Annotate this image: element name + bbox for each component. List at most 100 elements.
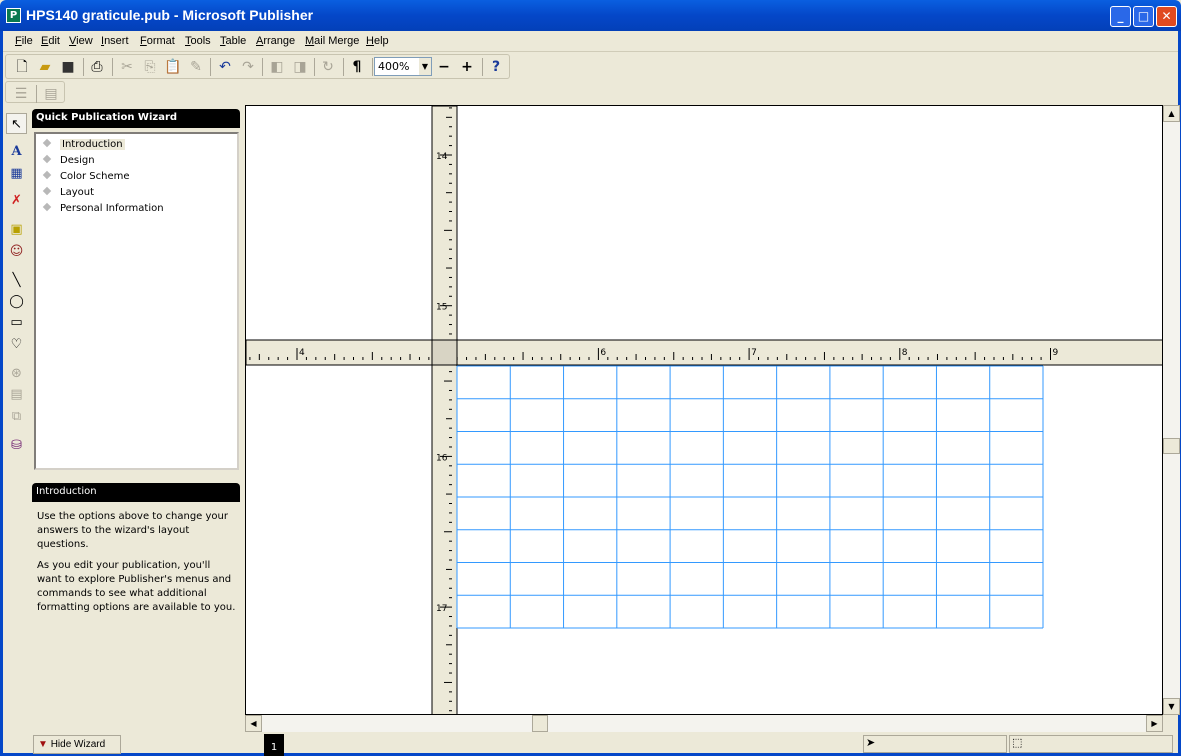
maximize-button[interactable]: □ <box>1133 6 1154 27</box>
ruler-label: 7 <box>751 348 757 358</box>
horizontal-scrollbar[interactable]: ◀ ▶ <box>245 715 1163 732</box>
scroll-right-button[interactable]: ▶ <box>1146 715 1163 732</box>
menu-arrange[interactable]: Arrange <box>256 35 295 47</box>
wizard-help-text: As you edit your publication, you'll wan… <box>37 560 236 613</box>
open-icon[interactable]: ▰ <box>34 57 56 77</box>
object-properties-icon[interactable]: ▤ <box>40 84 62 104</box>
bullet-icon <box>42 186 52 196</box>
bullet-icon <box>42 170 52 180</box>
publication-canvas[interactable]: 4 6 7 8 9 14 15 16 17 <box>245 105 1163 715</box>
wizard-item-introduction[interactable]: Introduction <box>40 137 125 152</box>
undo-icon[interactable]: ↶ <box>214 57 236 77</box>
scroll-up-button[interactable]: ▲ <box>1163 105 1180 122</box>
bring-forward-icon[interactable]: ◧ <box>266 57 288 77</box>
ruler-label: 9 <box>1053 348 1059 358</box>
status-size: ⬚ <box>1009 735 1173 753</box>
wordart-icon[interactable]: ✗ <box>6 190 27 211</box>
triangle-down-icon: ▼ <box>38 739 48 750</box>
menu-edit[interactable]: Edit <box>41 35 60 47</box>
hide-wizard-button[interactable]: ▼ Hide Wizard <box>33 735 121 754</box>
wizard-item-color-scheme[interactable]: Color Scheme <box>40 169 130 184</box>
menu-file[interactable]: File <box>15 35 33 47</box>
send-backward-icon[interactable]: ◨ <box>289 57 311 77</box>
rotate-icon[interactable]: ↻ <box>317 57 339 77</box>
new-icon[interactable]: 🗋 <box>11 57 33 77</box>
scroll-down-button[interactable]: ▼ <box>1163 698 1180 715</box>
window-title: HPS140 graticule.pub - Microsoft Publish… <box>26 7 314 23</box>
save-icon[interactable]: ■ <box>57 57 79 77</box>
wizard-title: Quick Publication Wizard <box>32 109 240 128</box>
object-size-icon: ⬚ <box>1012 736 1023 749</box>
bullet-icon <box>42 202 52 212</box>
cursor-icon: ➤ <box>866 736 876 749</box>
chevron-down-icon[interactable]: ▼ <box>419 58 431 75</box>
title-bar: P HPS140 graticule.pub - Microsoft Publi… <box>0 0 1181 31</box>
rectangle-icon[interactable]: ▭ <box>6 312 27 333</box>
scroll-left-button[interactable]: ◀ <box>245 715 262 732</box>
standard-toolbar: 🗋 ▰ ■ ⎙ ✂ ⎘ 📋 ✎ ↶ ↷ ◧ ◨ ↻ ¶ 400% ▼ − + ? <box>5 54 510 79</box>
form-control-icon[interactable]: ▤ <box>6 384 27 405</box>
status-position: ➤ <box>863 735 1007 753</box>
align-icon[interactable]: ☰ <box>10 84 32 104</box>
ruler-label: 8 <box>902 348 908 358</box>
zoom-out-button[interactable]: − <box>433 57 455 77</box>
scroll-thumb[interactable] <box>1163 438 1180 454</box>
hot-spot-icon[interactable]: ⊛ <box>6 363 27 384</box>
wizard-options-list: Introduction Design Color Scheme Layout … <box>34 132 239 470</box>
line-icon[interactable]: ╲ <box>6 270 27 291</box>
objects-toolbar: ↖ A ▦ ✗ ▣ ☺ ╲ ◯ ▭ ♡ ⊛ ▤ ⧉ ⛁ <box>4 110 29 460</box>
text-box-icon[interactable]: A <box>6 141 27 162</box>
html-code-icon[interactable]: ⧉ <box>6 406 27 427</box>
format-painter-icon[interactable]: ✎ <box>185 57 207 77</box>
paste-icon[interactable]: 📋 <box>162 57 184 77</box>
cut-icon[interactable]: ✂ <box>116 57 138 77</box>
page-area: 4 6 7 8 9 14 15 16 17 <box>246 106 1162 714</box>
design-gallery-icon[interactable]: ⛁ <box>6 435 27 456</box>
close-button[interactable]: ✕ <box>1156 6 1177 27</box>
menu-tools[interactable]: Tools <box>185 35 211 47</box>
menu-table[interactable]: Table <box>220 35 246 47</box>
bullet-icon <box>42 154 52 164</box>
bullet-icon <box>42 138 52 148</box>
oval-icon[interactable]: ◯ <box>6 291 27 312</box>
wizard-section-title: Introduction <box>32 483 240 502</box>
picture-frame-icon[interactable]: ▣ <box>6 219 27 240</box>
copy-icon[interactable]: ⎘ <box>139 57 161 77</box>
wizard-item-personal-information[interactable]: Personal Information <box>40 201 164 216</box>
redo-icon[interactable]: ↷ <box>237 57 259 77</box>
scroll-thumb[interactable] <box>532 715 548 732</box>
ruler-label: 14 <box>436 152 448 162</box>
menu-mail-merge[interactable]: Mail Merge <box>305 35 359 47</box>
print-icon[interactable]: ⎙ <box>86 57 108 77</box>
table-icon[interactable]: ▦ <box>6 163 27 184</box>
ruler-label: 17 <box>436 604 447 614</box>
menu-help[interactable]: Help <box>366 35 389 47</box>
menu-view[interactable]: View <box>69 35 93 47</box>
menu-format[interactable]: Format <box>140 35 175 47</box>
formatting-toolbar: ☰ ▤ <box>5 81 65 103</box>
show-special-characters-icon[interactable]: ¶ <box>346 57 368 77</box>
clip-art-icon[interactable]: ☺ <box>6 241 27 262</box>
window-frame <box>0 31 3 756</box>
menu-insert[interactable]: Insert <box>101 35 129 47</box>
help-icon[interactable]: ? <box>485 57 507 77</box>
zoom-in-button[interactable]: + <box>456 57 478 77</box>
zoom-select[interactable]: 400% ▼ <box>374 57 432 76</box>
custom-shapes-icon[interactable]: ♡ <box>6 334 27 355</box>
ruler-label: 15 <box>436 303 447 313</box>
ruler-origin-box <box>431 339 458 366</box>
horizontal-ruler <box>246 339 1162 366</box>
vertical-scrollbar[interactable]: ▲ ▼ <box>1163 105 1180 715</box>
publisher-icon: P <box>6 8 21 23</box>
menu-bar: File Edit View Insert Format Tools Table… <box>3 32 1178 52</box>
pointer-icon[interactable]: ↖ <box>6 113 27 134</box>
ruler-label: 6 <box>600 348 606 358</box>
ruler-label: 16 <box>436 453 448 463</box>
page-navigator-1[interactable]: 1 <box>264 734 284 756</box>
ruler-label: 4 <box>299 348 305 358</box>
wizard-item-layout[interactable]: Layout <box>40 185 94 200</box>
wizard-help-text: Use the options above to change your ans… <box>37 511 228 550</box>
minimize-button[interactable]: _ <box>1110 6 1131 27</box>
wizard-item-design[interactable]: Design <box>40 153 95 168</box>
vertical-ruler <box>431 106 458 714</box>
